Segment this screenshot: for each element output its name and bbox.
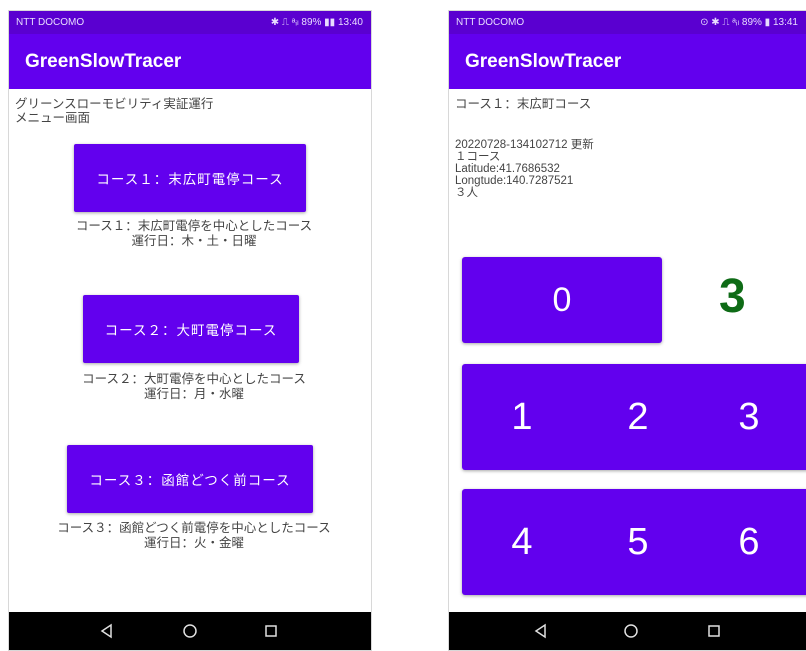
home-icon[interactable] bbox=[611, 612, 651, 650]
course-title: コース１：末広町コース bbox=[455, 96, 592, 111]
update-timestamp: 20220728-134102712 更新 bbox=[455, 139, 594, 151]
tracking-info: 20220728-134102712 更新 １コース Latitude:41.7… bbox=[455, 139, 594, 199]
key-4[interactable]: 4 bbox=[492, 489, 552, 595]
status-bar: NTT DOCOMO ⊙ ✱ ⎍ ᵃᵢₗ 89% ▮ 13:41 bbox=[449, 11, 806, 34]
course-2-button[interactable]: コース２：大町電停コース bbox=[83, 295, 299, 363]
key-6[interactable]: 6 bbox=[719, 489, 779, 595]
menu-header: グリーンスローモビリティ実証運行 メニュー画面 bbox=[15, 96, 214, 125]
key-2[interactable]: 2 bbox=[608, 364, 668, 470]
key-3[interactable]: 3 bbox=[719, 364, 779, 470]
back-icon[interactable] bbox=[87, 612, 127, 650]
recents-icon[interactable] bbox=[251, 612, 291, 650]
course-1-description: コース１：末広町電停を中心としたコース 運行日：木・土・日曜 bbox=[75, 218, 313, 248]
back-icon[interactable] bbox=[521, 612, 561, 650]
carrier-label: NTT DOCOMO bbox=[16, 17, 85, 28]
system-status: ⊙ ✱ ⎍ ᵃᵢₗ 89% ▮ 13:41 bbox=[700, 17, 798, 28]
course-number: １コース bbox=[455, 151, 501, 163]
recents-icon[interactable] bbox=[694, 612, 734, 650]
menu-screen: NTT DOCOMO ✱ ⎍ ᵃᵢₗ 89% ▮▮ 13:40 GreenSlo… bbox=[8, 10, 372, 651]
status-bar: NTT DOCOMO ✱ ⎍ ᵃᵢₗ 89% ▮▮ 13:40 bbox=[9, 11, 371, 34]
navigation-bar bbox=[9, 612, 371, 650]
course-1-button[interactable]: コース１：末広町電停コース bbox=[74, 144, 306, 212]
system-status: ✱ ⎍ ᵃᵢₗ 89% ▮▮ 13:40 bbox=[270, 17, 363, 28]
passenger-count: 3 bbox=[719, 270, 746, 323]
latitude-value: Latitude:41.7686532 bbox=[455, 163, 560, 175]
home-icon[interactable] bbox=[170, 612, 210, 650]
counter-screen: NTT DOCOMO ⊙ ✱ ⎍ ᵃᵢₗ 89% ▮ 13:41 GreenSl… bbox=[448, 10, 806, 651]
key-5[interactable]: 5 bbox=[608, 489, 668, 595]
navigation-bar bbox=[449, 612, 806, 650]
menu-content: グリーンスローモビリティ実証運行 メニュー画面 コース１：末広町電停コース コー… bbox=[9, 89, 371, 612]
course-3-button[interactable]: コース３：函館どつく前コース bbox=[67, 445, 313, 513]
longitude-value: Longtude:140.7287521 bbox=[455, 175, 574, 187]
reset-zero-button[interactable]: 0 bbox=[462, 257, 662, 343]
keypad-row-1: 1 2 3 bbox=[462, 364, 806, 470]
carrier-label: NTT DOCOMO bbox=[456, 17, 525, 28]
course-2-description: コース２：大町電停を中心としたコース 運行日：月・水曜 bbox=[82, 371, 306, 401]
key-1[interactable]: 1 bbox=[492, 364, 552, 470]
app-bar: GreenSlowTracer bbox=[449, 34, 806, 89]
course-3-description: コース３：函館どつく前電停を中心としたコース 運行日：火・金曜 bbox=[57, 520, 331, 550]
app-title: GreenSlowTracer bbox=[465, 51, 622, 72]
app-title: GreenSlowTracer bbox=[25, 51, 182, 72]
keypad-row-2: 4 5 6 bbox=[462, 489, 806, 595]
people-count-text: ３人 bbox=[455, 187, 478, 199]
app-bar: GreenSlowTracer bbox=[9, 34, 371, 89]
counter-content: コース１：末広町コース 20220728-134102712 更新 １コース L… bbox=[449, 89, 806, 612]
